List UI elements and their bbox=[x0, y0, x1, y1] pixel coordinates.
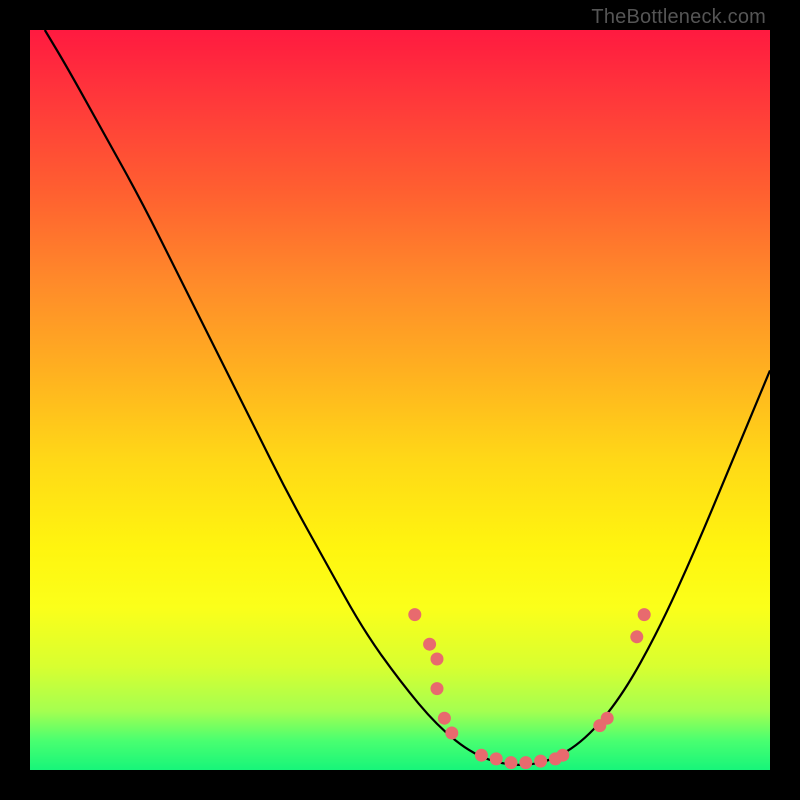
data-point bbox=[556, 749, 569, 762]
data-point bbox=[431, 682, 444, 695]
chart-overlay bbox=[30, 30, 770, 770]
data-point bbox=[601, 712, 614, 725]
data-points-group bbox=[408, 608, 650, 769]
data-point bbox=[438, 712, 451, 725]
data-point bbox=[519, 756, 532, 769]
data-point bbox=[408, 608, 421, 621]
data-point bbox=[630, 630, 643, 643]
chart-container: TheBottleneck.com bbox=[0, 0, 800, 800]
bottleneck-curve bbox=[45, 30, 770, 765]
watermark-text: TheBottleneck.com bbox=[591, 6, 766, 29]
data-point bbox=[445, 727, 458, 740]
data-point bbox=[475, 749, 488, 762]
data-point bbox=[431, 653, 444, 666]
data-point bbox=[534, 755, 547, 768]
data-point bbox=[423, 638, 436, 651]
data-point bbox=[505, 756, 518, 769]
data-point bbox=[490, 752, 503, 765]
data-point bbox=[638, 608, 651, 621]
